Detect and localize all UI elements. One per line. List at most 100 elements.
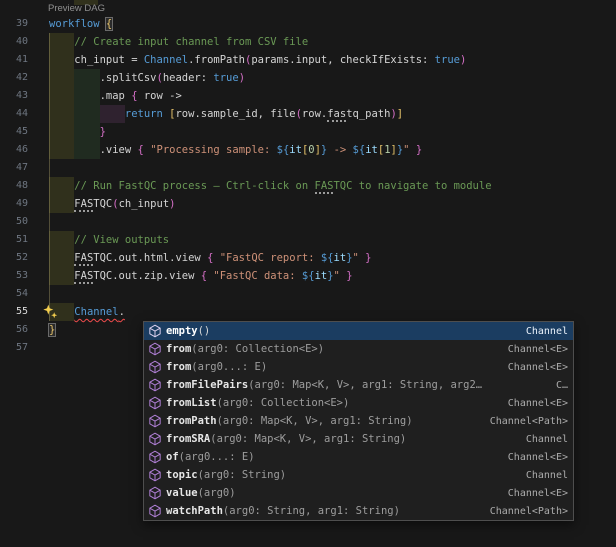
- code-token: "FastQC report:: [220, 252, 321, 264]
- code-line-40[interactable]: 40// Create input channel from CSV file: [0, 33, 616, 51]
- code-token: true: [435, 54, 460, 66]
- code-content: .splitCsv(header: true): [48, 69, 616, 87]
- code-content: .map { row ->: [48, 87, 616, 105]
- suggestion-label: empty: [166, 325, 198, 337]
- symbol-method-icon: [148, 468, 162, 482]
- code-line-46[interactable]: 46.view { "Processing sample: ${it[0]} -…: [0, 141, 616, 159]
- code-token: .map: [100, 90, 132, 102]
- suggestion-from[interactable]: from(arg0: Collection<E>)Channel<E>: [144, 340, 573, 358]
- code-line-54[interactable]: 54: [0, 285, 616, 303]
- suggestion-return-type: Channel<E>: [500, 488, 568, 499]
- method-icon-wrap: [147, 432, 162, 447]
- code-token: .: [119, 306, 125, 318]
- code-token: }: [49, 324, 55, 336]
- code-token: ): [460, 54, 466, 66]
- symbol-method-icon: [148, 414, 162, 428]
- code-line-55[interactable]: 55Channel.: [0, 303, 616, 321]
- suggestion-fromFilePairs[interactable]: fromFilePairs(arg0: Map<K, V>, arg1: Str…: [144, 376, 573, 394]
- suggestion-label: topic: [166, 469, 198, 481]
- code-token: FAS: [74, 198, 93, 212]
- code-token: row.: [302, 108, 327, 120]
- method-icon-wrap: [147, 486, 162, 501]
- suggestion-return-type: Channel: [518, 326, 568, 337]
- suggestion-fromSRA[interactable]: fromSRA(arg0: Map<K, V>, arg1: String)Ch…: [144, 430, 573, 448]
- code-content: workflow {: [48, 15, 616, 33]
- code-content: FASTQC(ch_input): [48, 195, 616, 213]
- suggestion-empty[interactable]: empty()Channel: [144, 322, 573, 340]
- suggestion-of[interactable]: of(arg0...: E)Channel<E>: [144, 448, 573, 466]
- suggestion-return-type: Channel<E>: [500, 452, 568, 463]
- code-content: // View outputs: [48, 231, 616, 249]
- code-line-44[interactable]: 44return [row.sample_id, file(row.fastq_…: [0, 105, 616, 123]
- code-content: ch_input = Channel.fromPath(params.input…: [48, 51, 616, 69]
- suggestion-value[interactable]: value(arg0)Channel<E>: [144, 484, 573, 502]
- code-content: return [row.sample_id, file(row.fastq_pa…: [48, 105, 616, 123]
- code-line-50[interactable]: 50: [0, 213, 616, 231]
- suggestion-signature: (arg0: Collection<E>): [191, 343, 324, 355]
- suggestion-return-type: Channel<E>: [500, 362, 568, 373]
- code-line-47[interactable]: 47: [0, 159, 616, 177]
- suggestion-return-type: Channel<Path>: [482, 416, 568, 427]
- method-icon-wrap: [147, 450, 162, 465]
- symbol-method-icon: [148, 450, 162, 464]
- code-token: .splitCsv: [100, 72, 157, 84]
- suggestion-return-type: Channel<Path>: [482, 506, 568, 517]
- suggestion-topic[interactable]: topic(arg0: String)Channel: [144, 466, 573, 484]
- suggestion-return-type: Channel: [518, 434, 568, 445]
- code-content: Channel.: [48, 303, 616, 321]
- symbol-method-icon: [148, 432, 162, 446]
- code-content: [48, 159, 616, 177]
- code-token: it: [289, 144, 302, 156]
- code-line-51[interactable]: 51// View outputs: [0, 231, 616, 249]
- line-number: 43: [0, 87, 28, 105]
- code-line-52[interactable]: 52FASTQC.out.html.view { "FastQC report:…: [0, 249, 616, 267]
- suggestion-label: fromFilePairs: [166, 379, 248, 391]
- code-line-45[interactable]: 45}: [0, 123, 616, 141]
- code-token: tq_path: [346, 108, 390, 120]
- code-token: TQC.out.html.view: [93, 252, 207, 264]
- suggestion-signature: (arg0: Map<K, V>, arg1: String): [210, 433, 406, 445]
- code-token: row.sample_id, file: [175, 108, 295, 120]
- suggestion-from[interactable]: from(arg0...: E)Channel<E>: [144, 358, 573, 376]
- code-token: FAS: [74, 252, 93, 266]
- suggestion-watchPath[interactable]: watchPath(arg0: String, arg1: String)Cha…: [144, 502, 573, 520]
- editor-lines: 39workflow {40// Create input channel fr…: [0, 15, 616, 357]
- symbol-method-icon: [148, 342, 162, 356]
- code-token: ): [239, 72, 245, 84]
- line-number: 56: [0, 321, 28, 339]
- symbol-method-icon: [148, 324, 162, 338]
- code-line-42[interactable]: 42.splitCsv(header: true): [0, 69, 616, 87]
- method-icon-wrap: [147, 360, 162, 375]
- method-icon-wrap: [147, 504, 162, 519]
- line-number: 48: [0, 177, 28, 195]
- code-content: }: [48, 123, 616, 141]
- code-line-49[interactable]: 49FASTQC(ch_input): [0, 195, 616, 213]
- method-icon-wrap: [147, 378, 162, 393]
- code-token: }: [346, 270, 352, 282]
- code-token: .fromPath: [188, 54, 245, 66]
- suggestion-return-type: C…: [548, 380, 568, 391]
- code-line-43[interactable]: 43 .map { row ->: [0, 87, 616, 105]
- suggestion-fromList[interactable]: fromList(arg0: Collection<E>)Channel<E>: [144, 394, 573, 412]
- code-line-53[interactable]: 53FASTQC.out.zip.view { "FastQC data: ${…: [0, 267, 616, 285]
- code-token: it: [315, 270, 328, 282]
- codelens-preview-dag[interactable]: Preview DAG: [48, 3, 105, 14]
- line-number: 41: [0, 51, 28, 69]
- suggestion-signature: (arg0...: E): [179, 451, 255, 463]
- code-line-41[interactable]: 41 ch_input = Channel.fromPath(params.inp…: [0, 51, 616, 69]
- code-token: TQC.out.zip.view: [93, 270, 200, 282]
- code-token: }: [100, 126, 106, 138]
- code-line-48[interactable]: 48// Run FastQC process – Ctrl-click on …: [0, 177, 616, 195]
- code-token: TQC to navigate to module: [333, 180, 491, 192]
- suggestion-return-type: Channel<E>: [500, 344, 568, 355]
- code-content: // Create input channel from CSV file: [48, 33, 616, 51]
- line-number: 50: [0, 213, 28, 231]
- code-line-39[interactable]: 39workflow {: [0, 15, 616, 33]
- code-token: TQC: [93, 198, 112, 210]
- suggestion-fromPath[interactable]: fromPath(arg0: Map<K, V>, arg1: String)C…: [144, 412, 573, 430]
- code-content: FASTQC.out.html.view { "FastQC report: $…: [48, 249, 616, 267]
- code-token: workflow: [49, 18, 106, 30]
- code-content: [48, 213, 616, 231]
- method-icon-wrap: [147, 468, 162, 483]
- suggestion-signature: (arg0: String, arg1: String): [223, 505, 400, 517]
